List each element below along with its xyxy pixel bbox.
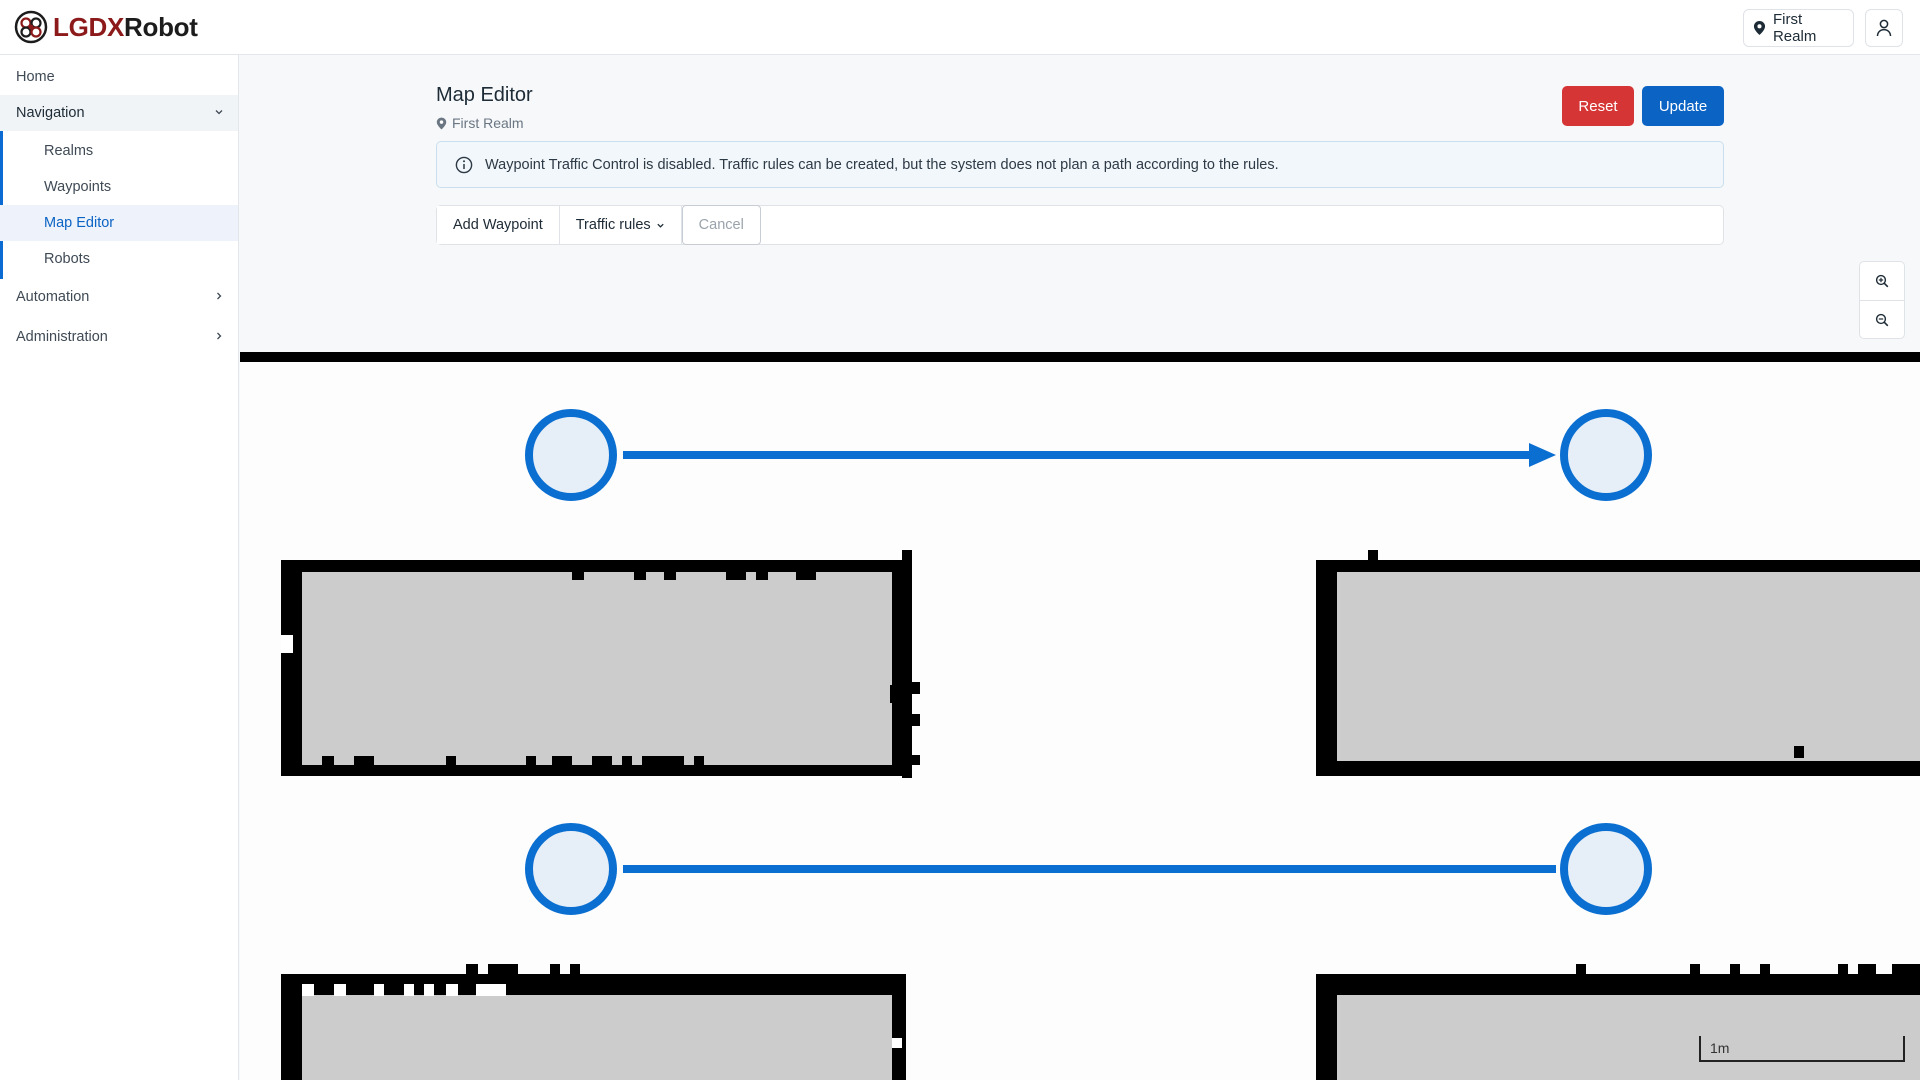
realm-selector-label: First Realm (1772, 11, 1817, 45)
top-bar: LGDXRobot First Realm (0, 0, 1920, 55)
add-waypoint-button[interactable]: Add Waypoint (437, 206, 560, 244)
info-icon (455, 156, 473, 173)
sidebar-item-label: Navigation (16, 105, 85, 121)
sidebar-item-label: Automation (16, 289, 90, 305)
map-pin-icon (436, 117, 447, 129)
sidebar-item-label: Realms (44, 143, 94, 159)
robot-logo-icon (14, 10, 48, 44)
map-canvas[interactable]: 1m (240, 352, 1920, 1080)
obstacle-shelf (1316, 964, 1920, 1080)
traffic-control-alert: Waypoint Traffic Control is disabled. Tr… (436, 141, 1724, 188)
sidebar-item-administration[interactable]: Administration (0, 319, 238, 355)
sidebar-item-label: Waypoints (44, 179, 112, 195)
traffic-rules-dropdown[interactable]: Traffic rules (559, 206, 682, 244)
page-realm: First Realm (436, 115, 524, 131)
page-realm-label: First Realm (452, 115, 524, 131)
sidebar-item-home[interactable]: Home (0, 59, 238, 95)
sidebar-item-navigation[interactable]: Navigation (0, 95, 238, 131)
cancel-label: Cancel (698, 217, 744, 233)
realm-selector-button[interactable]: First Realm (1743, 9, 1854, 47)
sidebar-item-automation[interactable]: Automation (0, 279, 238, 315)
waypoint-marker[interactable] (525, 409, 617, 501)
zoom-controls (1859, 261, 1905, 339)
sidebar-item-waypoints[interactable]: Waypoints (0, 169, 238, 205)
add-waypoint-label: Add Waypoint (453, 217, 543, 233)
alert-message: Waypoint Traffic Control is disabled. Tr… (485, 156, 1279, 173)
obstacle-shelf (281, 964, 906, 1080)
obstacle-shelf (1316, 550, 1920, 776)
map-scale-bar: 1m (1699, 1036, 1905, 1062)
traffic-rules-label: Traffic rules (575, 217, 651, 233)
sidebar-item-label: Map Editor (44, 215, 115, 231)
chevron-right-icon (217, 292, 222, 300)
cancel-button[interactable]: Cancel (681, 205, 761, 245)
waypoint-marker[interactable] (1560, 409, 1652, 501)
sidebar-item-label: Home (16, 69, 55, 85)
reset-button[interactable]: Reset (1562, 86, 1634, 126)
page-title: Map Editor (436, 84, 533, 106)
brand-name: LGDXRobot (53, 11, 198, 42)
brand[interactable]: LGDXRobot (14, 10, 198, 44)
traffic-route-one-way[interactable] (623, 443, 1556, 467)
chevron-right-icon (217, 332, 222, 340)
map-drawing (281, 409, 1920, 1080)
map-scale-label: 1m (1710, 1040, 1730, 1056)
zoom-in-icon (1875, 274, 1889, 288)
obstacle-shelf (281, 550, 920, 778)
sidebar-item-label: Administration (16, 329, 108, 345)
sidebar: Home Navigation Realms Waypoints Map Edi… (0, 55, 239, 1080)
map-toolbar: Add Waypoint Traffic rules Cancel (436, 205, 1724, 245)
zoom-in-button[interactable] (1860, 262, 1904, 301)
chevron-down-icon (215, 110, 223, 115)
sidebar-item-robots[interactable]: Robots (0, 241, 238, 277)
user-menu-button[interactable] (1865, 9, 1903, 47)
sidebar-item-realms[interactable]: Realms (0, 133, 238, 169)
user-icon (1876, 19, 1892, 37)
waypoint-marker[interactable] (525, 823, 617, 915)
sidebar-item-map-editor[interactable]: Map Editor (0, 205, 238, 241)
zoom-out-button[interactable] (1860, 301, 1904, 339)
zoom-out-icon (1875, 313, 1889, 327)
update-button[interactable]: Update (1642, 86, 1724, 126)
chevron-down-icon (657, 223, 664, 228)
sidebar-item-label: Robots (44, 251, 90, 267)
waypoint-marker[interactable] (1560, 823, 1652, 915)
map-pin-icon (1753, 21, 1766, 35)
